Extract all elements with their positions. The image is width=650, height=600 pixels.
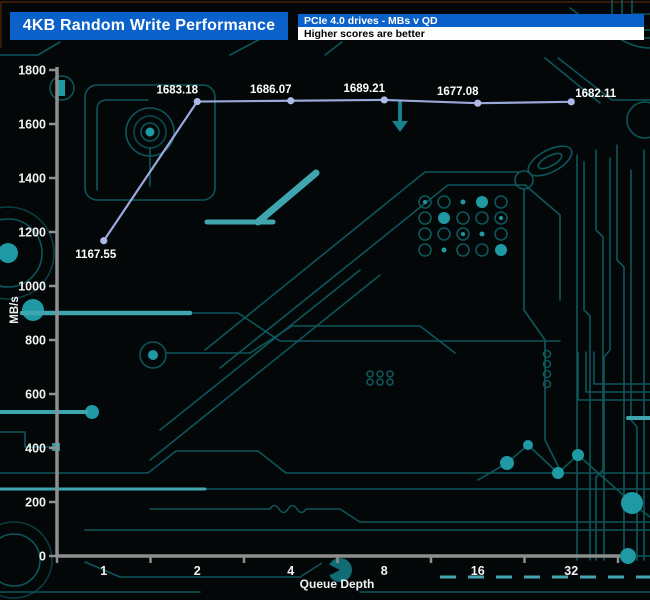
chart-note: Higher scores are better [298,27,644,40]
data-point [380,96,388,104]
y-tick-label: 200 [25,496,46,510]
y-tick-label: 1600 [18,118,46,132]
chart-subtitle-text: PCIe 4.0 drives - MBs v QD [304,14,438,27]
y-tick-label: 1400 [18,172,46,186]
data-point [474,99,482,107]
y-tick-label: 1800 [18,64,46,78]
data-point-label: 1683.18 [156,85,198,97]
y-axis-title: MB/s [9,296,21,323]
data-point-label: 1689.21 [343,83,385,95]
y-tick-label: 600 [25,388,46,402]
data-point [100,237,108,245]
chart-subtitle: PCIe 4.0 drives - MBs v QD [298,14,644,27]
x-tick-label: 2 [194,564,201,578]
y-tick-label: 800 [25,334,46,348]
x-tick-label: 32 [564,564,578,578]
x-axis-title: Queue Depth [300,577,375,591]
series-line [102,98,572,242]
y-tick-label: 0 [39,550,46,564]
data-point [287,97,295,105]
data-point-label: 1686.07 [250,84,292,96]
data-point-label: 1682.11 [575,88,617,100]
x-tick-label: 1 [100,564,107,578]
x-tick-label: 8 [381,564,388,578]
y-tick-label: 1200 [18,226,46,240]
data-point-label: 1167.55 [75,249,117,261]
x-tick-label: 4 [287,564,294,578]
chart-screenshot: 4KB Random Write Performance PCIe 4.0 dr… [0,0,650,600]
y-tick-label: 400 [25,442,46,456]
y-tick-label: 1000 [18,280,46,294]
chart-note-text: Higher scores are better [304,27,425,40]
x-tick-label: 16 [471,564,485,578]
chart-title: 4KB Random Write Performance [10,12,288,40]
data-point [567,98,575,106]
data-point-label: 1677.08 [437,86,479,98]
chart-title-text: 4KB Random Write Performance [22,17,276,34]
chart-plot-area: 0 200 400 600 800 1000 1200 1400 1600 1800 1 2 4 8 16 3… [18,64,620,578]
line-chart: 0 200 400 600 800 1000 1200 1400 1600 1800 1 2 4 8 16 3… [9,64,620,591]
data-point [193,97,201,106]
